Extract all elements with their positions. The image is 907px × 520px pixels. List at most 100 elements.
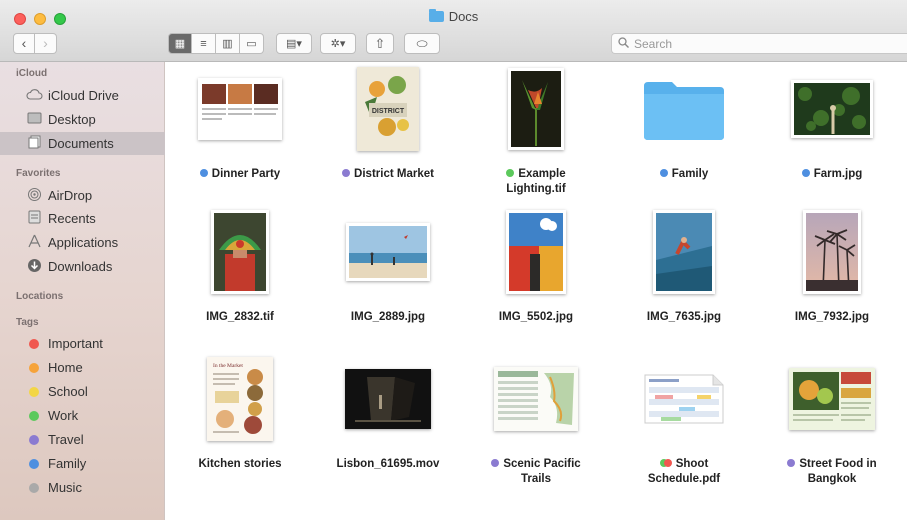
sidebar-item-recents[interactable]: Recents bbox=[0, 207, 165, 230]
file-name: Example Lighting.tif bbox=[506, 168, 566, 195]
tag-dot-icon bbox=[506, 169, 515, 177]
sidebar-item-label: Family bbox=[48, 456, 87, 471]
file-item-dinner-party[interactable]: Dinner Party bbox=[166, 63, 314, 203]
sidebar-tag-important[interactable]: Important bbox=[0, 332, 165, 355]
file-item-lisbon-movie[interactable]: Lisbon_61695.mov bbox=[314, 353, 462, 493]
search-field[interactable]: Search bbox=[611, 33, 907, 54]
tag-dot-icon bbox=[491, 459, 500, 467]
applications-icon bbox=[25, 234, 43, 251]
navigation-buttons: ‹ › bbox=[13, 33, 57, 54]
sidebar-item-label: Important bbox=[48, 336, 103, 351]
sidebar-header-favorites: Favorites bbox=[16, 168, 61, 179]
file-thumbnail bbox=[314, 206, 462, 298]
view-mode-group: ▦ ≡ ▥ ▭ bbox=[168, 33, 264, 54]
file-item-img-5502[interactable]: IMG_5502.jpg bbox=[462, 206, 610, 346]
file-item-farm[interactable]: Farm.jpg bbox=[758, 63, 906, 203]
sidebar: iCloud iCloud Drive Desktop Documents Fa… bbox=[0, 62, 165, 520]
file-name: Dinner Party bbox=[166, 167, 314, 182]
file-name: IMG_2889.jpg bbox=[350, 311, 426, 323]
folder-icon bbox=[610, 63, 758, 155]
file-thumbnail bbox=[166, 63, 314, 155]
file-name: IMG_7932.jpg bbox=[794, 311, 870, 323]
folder-icon bbox=[428, 9, 444, 22]
district-thumb-text: DISTRICT bbox=[372, 108, 405, 115]
sidebar-item-desktop[interactable]: Desktop bbox=[0, 108, 165, 131]
sidebar-tag-work[interactable]: Work bbox=[0, 404, 165, 427]
file-name: Shoot Schedule.pdf bbox=[647, 458, 721, 485]
sidebar-item-label: AirDrop bbox=[48, 188, 93, 203]
recents-icon bbox=[25, 210, 43, 227]
search-placeholder: Search bbox=[634, 36, 673, 51]
forward-button[interactable]: › bbox=[35, 33, 57, 54]
file-item-img-7932[interactable]: IMG_7932.jpg bbox=[758, 206, 906, 346]
airdrop-icon bbox=[25, 187, 43, 205]
sidebar-tag-family[interactable]: Family bbox=[0, 452, 165, 475]
gallery-view-button[interactable]: ▭ bbox=[240, 33, 264, 54]
file-item-img-7635[interactable]: IMG_7635.jpg bbox=[610, 206, 758, 346]
tag-dot-icon bbox=[342, 169, 351, 177]
sidebar-tag-music[interactable]: Music bbox=[0, 476, 165, 499]
file-item-kitchen-stories[interactable]: In the Market Kitchen stories bbox=[166, 353, 314, 493]
file-name: Farm.jpg bbox=[758, 167, 906, 182]
tag-dot-icon bbox=[29, 362, 39, 373]
sidebar-item-label: Downloads bbox=[48, 259, 113, 274]
sidebar-tag-travel[interactable]: Travel bbox=[0, 428, 165, 451]
tag-dot-icon bbox=[29, 482, 39, 493]
file-item-shoot-schedule[interactable]: Shoot Schedule.pdf bbox=[610, 353, 758, 493]
file-name: IMG_2832.tif bbox=[206, 311, 274, 323]
sidebar-item-documents[interactable]: Documents bbox=[0, 132, 165, 155]
file-thumbnail bbox=[462, 353, 610, 445]
file-thumbnail bbox=[462, 206, 610, 298]
sidebar-item-downloads[interactable]: Downloads bbox=[0, 255, 165, 278]
icon-view-button[interactable]: ▦ bbox=[168, 33, 192, 54]
sidebar-item-label: Music bbox=[48, 480, 82, 495]
tag-dot-icon bbox=[29, 386, 39, 397]
sidebar-item-airdrop[interactable]: AirDrop bbox=[0, 184, 165, 207]
file-thumbnail bbox=[758, 206, 906, 298]
file-grid: Dinner Party DISTRICT District Market Ex… bbox=[166, 63, 907, 520]
downloads-icon bbox=[25, 258, 43, 276]
sidebar-header-tags: Tags bbox=[16, 317, 39, 328]
file-thumbnail: In the Market bbox=[166, 353, 314, 445]
file-thumbnail bbox=[314, 353, 462, 445]
file-name: Street Food in Bangkok bbox=[758, 457, 906, 487]
tag-dot-icon bbox=[29, 458, 39, 469]
file-name: Kitchen stories bbox=[198, 458, 282, 470]
sidebar-item-applications[interactable]: Applications bbox=[0, 231, 165, 254]
file-item-street-food-bangkok[interactable]: Street Food in Bangkok bbox=[758, 353, 906, 493]
tag-dot-icon bbox=[29, 434, 39, 445]
column-view-button[interactable]: ▥ bbox=[216, 33, 240, 54]
file-item-img-2889[interactable]: IMG_2889.jpg bbox=[314, 206, 462, 346]
tag-dot-icon bbox=[29, 410, 39, 421]
back-button[interactable]: ‹ bbox=[13, 33, 35, 54]
file-thumbnail bbox=[758, 63, 906, 155]
file-item-example-lighting[interactable]: Example Lighting.tif bbox=[462, 63, 610, 203]
share-button[interactable]: ⇧ bbox=[366, 33, 394, 54]
file-item-img-2832[interactable]: IMG_2832.tif bbox=[166, 206, 314, 346]
search-icon bbox=[618, 36, 629, 51]
kitchen-thumb-text: In the Market bbox=[213, 363, 243, 369]
file-item-family-folder[interactable]: Family bbox=[610, 63, 758, 203]
window-title-text: Docs bbox=[448, 9, 479, 24]
tag-dot-icon bbox=[787, 459, 796, 467]
tag-button[interactable]: ⬭ bbox=[404, 33, 440, 54]
desktop-icon bbox=[25, 112, 43, 127]
group-button[interactable]: ▤▾ bbox=[276, 33, 312, 54]
tag-dot-icon bbox=[659, 169, 668, 177]
list-view-button[interactable]: ≡ bbox=[192, 33, 216, 54]
sidebar-tag-school[interactable]: School bbox=[0, 380, 165, 403]
action-button[interactable]: ✲▾ bbox=[320, 33, 356, 54]
documents-icon bbox=[25, 135, 43, 152]
sidebar-item-icloud-drive[interactable]: iCloud Drive bbox=[0, 84, 165, 107]
file-item-district-market[interactable]: DISTRICT District Market bbox=[314, 63, 462, 203]
file-thumbnail bbox=[166, 206, 314, 298]
sidebar-item-label: Home bbox=[48, 360, 83, 375]
sidebar-item-label: iCloud Drive bbox=[48, 88, 119, 103]
sidebar-header-icloud: iCloud bbox=[16, 68, 48, 79]
sidebar-tag-home[interactable]: Home bbox=[0, 356, 165, 379]
sidebar-item-label: Documents bbox=[48, 136, 114, 151]
file-item-scenic-pacific-trails[interactable]: Scenic Pacific Trails bbox=[462, 353, 610, 493]
file-thumbnail bbox=[610, 206, 758, 298]
file-name: Family bbox=[610, 167, 758, 182]
toolbar: Docs ‹ › ▦ ≡ ▥ ▭ ▤▾ ✲▾ ⇧ ⬭ Search bbox=[0, 0, 907, 62]
